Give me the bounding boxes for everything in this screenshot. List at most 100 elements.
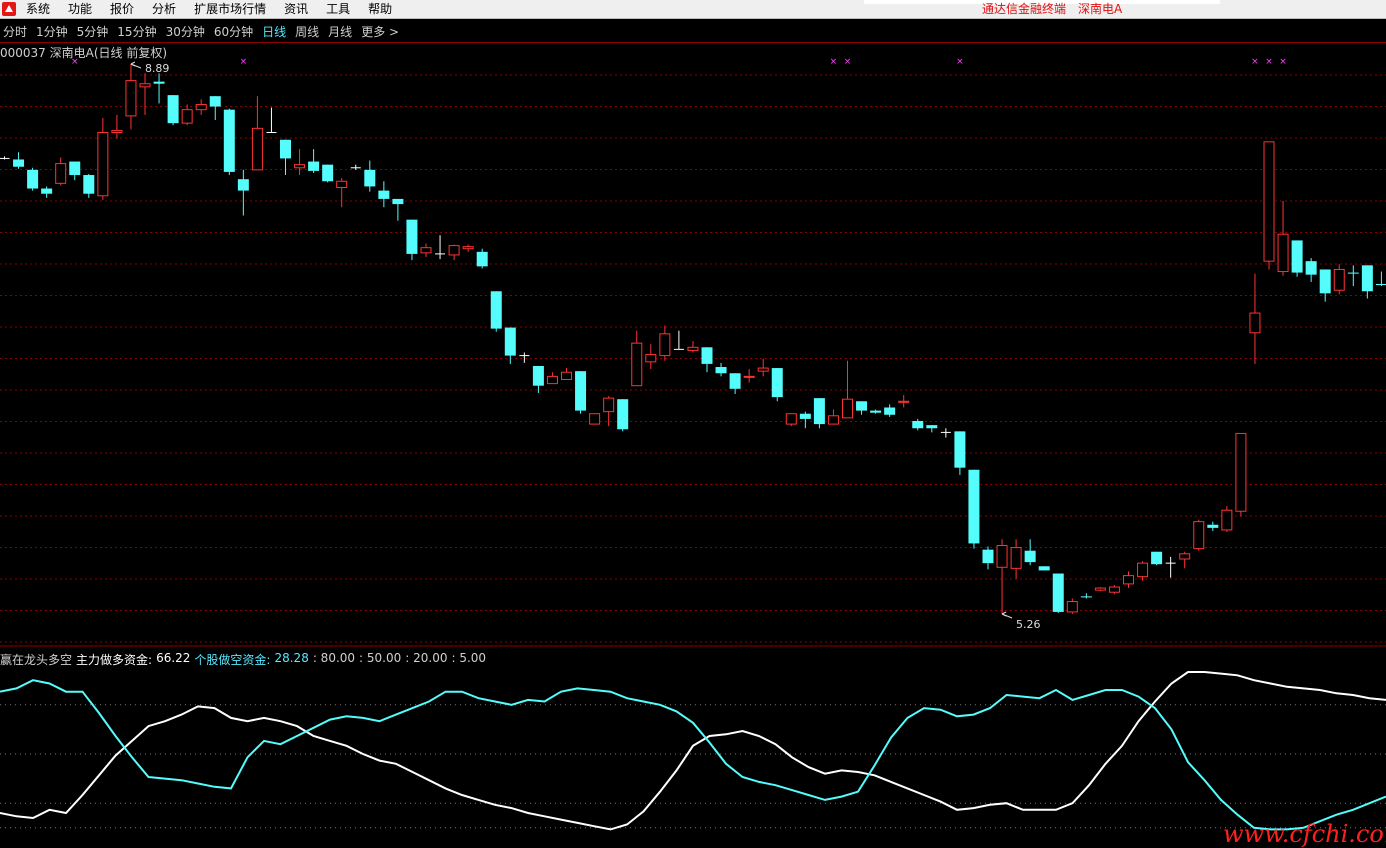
- candle-body: [1179, 553, 1191, 560]
- candle-body: [926, 425, 938, 429]
- candle-body: [954, 431, 966, 468]
- candle-body: [645, 354, 657, 363]
- candle-body: [617, 399, 629, 430]
- candle-body: [842, 398, 853, 419]
- level-50: : 50.00: [359, 651, 402, 665]
- candle-body: [1361, 265, 1373, 292]
- candle-body: [83, 175, 95, 194]
- candle-body: [631, 342, 643, 387]
- candle-body: [912, 420, 924, 429]
- candle-body: [490, 291, 502, 329]
- candle-body: [237, 179, 249, 191]
- signal-marker: ×: [1251, 57, 1259, 67]
- candle-body: [1024, 550, 1036, 563]
- candle-body: [996, 545, 1008, 568]
- candle-body: [1123, 575, 1134, 585]
- candle-body: [1080, 596, 1092, 598]
- candle-body: [546, 375, 558, 385]
- candle-body: [322, 164, 334, 182]
- candle-body: [715, 367, 727, 374]
- candlestick-chart[interactable]: × × × × × × × ×8.895.26: [0, 0, 1386, 842]
- candle-body: [378, 190, 390, 199]
- candle-body: [1038, 566, 1050, 571]
- candle-body: [476, 251, 488, 267]
- candle-body: [209, 96, 221, 107]
- candle-body: [813, 398, 825, 425]
- candle-body: [504, 327, 516, 356]
- candle-body: [420, 247, 432, 254]
- candle-body: [785, 413, 797, 425]
- candle-body: [181, 109, 193, 124]
- candle-body: [308, 161, 320, 171]
- candle-body: [659, 333, 671, 357]
- candle-body: [55, 163, 67, 184]
- candle-body: [392, 198, 404, 205]
- candle-body: [97, 131, 109, 197]
- indicator-title: 赢在龙头多空 主力做多资金: 66.22 个股做空资金: 28.28 : 80.…: [0, 651, 486, 668]
- candle-body: [870, 410, 882, 413]
- candle-body: [1193, 521, 1205, 550]
- candle-body: [462, 246, 474, 250]
- candle-body: [1319, 269, 1331, 294]
- candle-body: [1263, 141, 1275, 262]
- low-arrow: [1001, 611, 1013, 619]
- chart-title: 000037 深南电A(日线 前复权): [0, 46, 168, 60]
- candle-body: [603, 397, 615, 413]
- candle-body: [575, 371, 587, 411]
- signal-marker: ×: [1265, 57, 1273, 67]
- candle-body: [1052, 573, 1064, 612]
- watermark: www.cfchi.com: [1223, 820, 1386, 848]
- candle-body: [1221, 509, 1233, 531]
- candle-body: [153, 81, 165, 84]
- candle-body: [561, 371, 572, 380]
- candle-body: [729, 373, 741, 389]
- candle-body: [827, 415, 839, 425]
- candle-body: [687, 346, 699, 351]
- candle-body: [167, 95, 179, 124]
- candle-body: [294, 164, 306, 169]
- candle-body: [589, 413, 601, 425]
- candle-body: [139, 83, 151, 88]
- candle-body: [1066, 601, 1078, 613]
- candle-body: [1207, 524, 1219, 528]
- candle-body: [1094, 587, 1106, 591]
- signal-marker: ×: [844, 57, 852, 67]
- signal-marker: ×: [1279, 57, 1287, 67]
- level-20: : 20.00: [405, 651, 448, 665]
- main-fund-line: [0, 671, 1386, 831]
- retail-fund-value: 28.28: [274, 651, 309, 665]
- candle-body: [757, 367, 769, 372]
- candle-body: [1108, 586, 1120, 593]
- candle-body: [1291, 240, 1303, 273]
- candle-body: [406, 219, 418, 254]
- candle-body: [1333, 268, 1345, 291]
- candle-body: [336, 180, 348, 188]
- candle-body: [701, 347, 713, 364]
- candle-body: [195, 103, 207, 111]
- candle-body: [1375, 284, 1386, 286]
- level-5: : 5.00: [451, 651, 487, 665]
- low-price-label: 5.26: [1016, 618, 1041, 631]
- candle-body: [532, 365, 544, 386]
- candle-body: [448, 245, 460, 256]
- candle-body: [856, 401, 868, 411]
- candle-body: [1137, 562, 1149, 578]
- candle-body: [125, 80, 137, 117]
- candle-body: [1305, 261, 1317, 275]
- candle-body: [1010, 547, 1022, 569]
- candle-body: [771, 368, 783, 398]
- candle-body: [1151, 551, 1163, 565]
- candle-body: [1235, 432, 1247, 512]
- candle-body: [223, 109, 235, 172]
- candle-body: [280, 139, 291, 159]
- candle-body: [898, 400, 910, 403]
- candle-body: [41, 188, 53, 194]
- signal-marker: ×: [956, 57, 964, 67]
- candle-body: [27, 169, 39, 189]
- candle-body: [799, 413, 811, 419]
- candle-body: [1347, 272, 1359, 274]
- retail-fund-label: 个股做空资金:: [194, 653, 271, 667]
- candle-body: [1277, 233, 1289, 273]
- candle-body: [968, 469, 980, 544]
- candle-body: [743, 375, 755, 378]
